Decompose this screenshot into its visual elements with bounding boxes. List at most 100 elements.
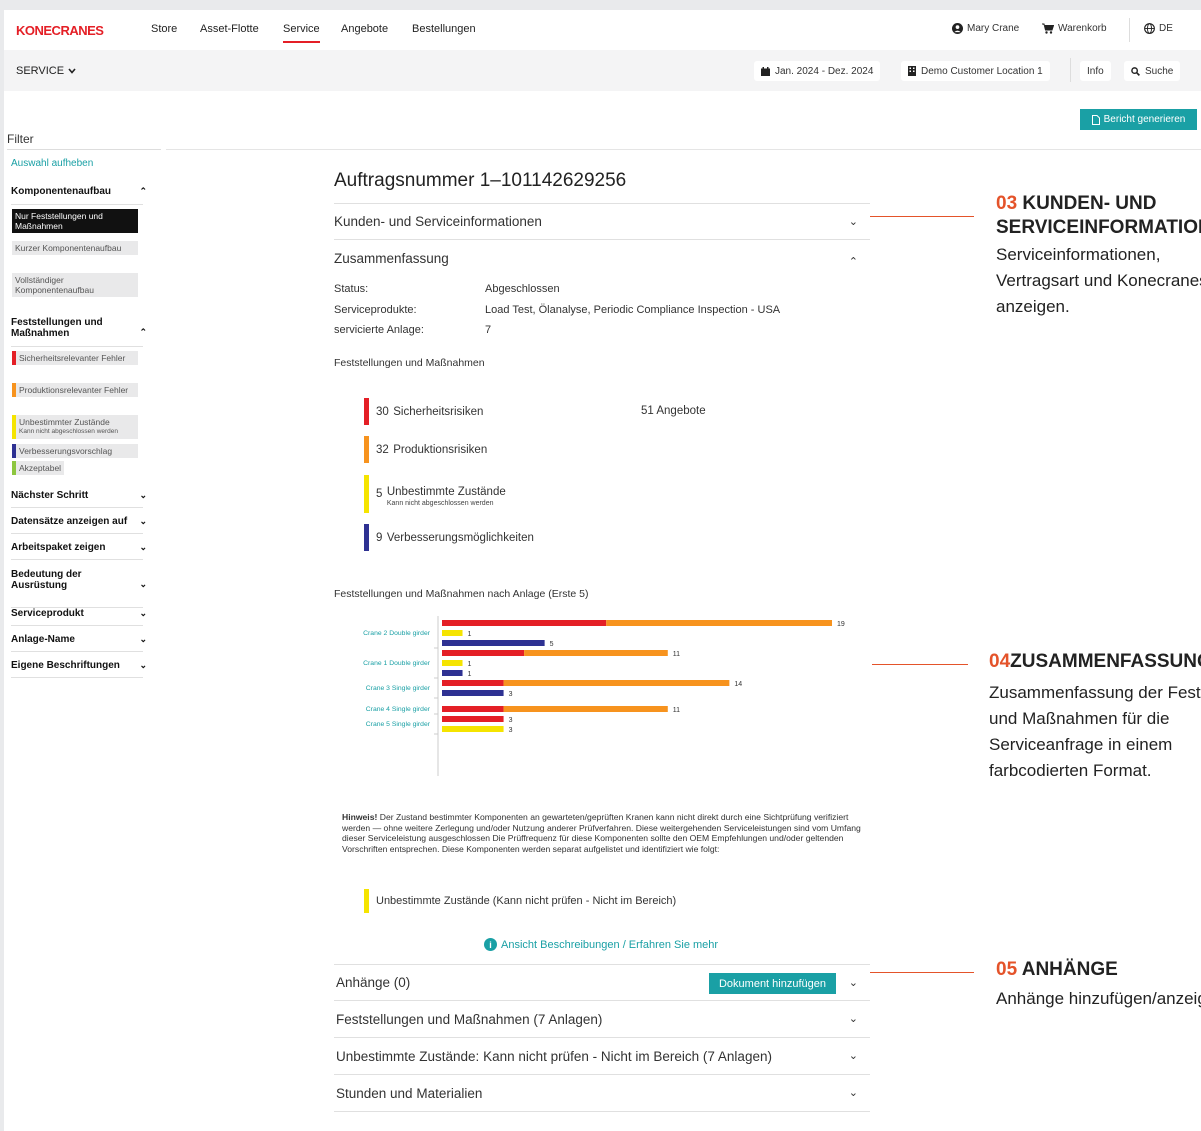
language-selector[interactable]: DE (1144, 23, 1173, 34)
order-title: Auftragsnummer 1–101142629256 (334, 170, 627, 191)
location-picker[interactable]: Demo Customer Location 1 (901, 61, 1050, 81)
globe-icon (1144, 23, 1155, 34)
unknown-legend-label: Unbestimmte Zustände (Kann nicht prüfen … (376, 895, 677, 907)
filter-section-work-package[interactable]: Arbeitspaket zeigen ⌄ (11, 542, 147, 553)
divider (11, 559, 143, 560)
user-icon (952, 23, 963, 34)
filter-section-label: Datensätze anzeigen auf (11, 516, 128, 527)
date-range-label: Jan. 2024 - Dez. 2024 (775, 65, 874, 77)
callout-04-title: 04ZUSAMMENFASSUNG (989, 650, 1201, 674)
filter-section-asset-name[interactable]: Anlage-Name ⌄ (11, 634, 147, 645)
clear-selection-link[interactable]: Auswahl aufheben (11, 158, 93, 169)
unknown-text-group: Unbestimmte Zustände Kann nicht abgeschl… (387, 482, 506, 507)
cart-label: Warenkorb (1058, 23, 1107, 34)
accordion-findings[interactable]: Feststellungen und Maßnahmen (7 Anlagen)… (334, 1001, 870, 1038)
generate-report-label: Bericht generieren (1103, 114, 1186, 125)
accordion-unknown-states[interactable]: Unbestimmte Zustände: Kann nicht prüfen … (334, 1038, 870, 1075)
accordion-attachments[interactable]: Anhänge (0) Dokument hinzufügen ⌄ (334, 964, 870, 1001)
filter-option-improvement[interactable]: Verbesserungsvorschlag (12, 444, 138, 458)
filter-section-equipment-importance[interactable]: Bedeutung der Ausrüstung ⌄ (11, 569, 147, 591)
callout-04-text-b: und Maßnahmen für die (989, 709, 1170, 728)
callout-03-text-c: anzeigen. (996, 297, 1070, 316)
nav-orders[interactable]: Bestellungen (412, 23, 476, 35)
chevron-down-icon: ⌄ (139, 542, 147, 552)
chart-value-label: 1 (468, 661, 472, 668)
unknown-legend-bar (364, 889, 369, 913)
divider (11, 346, 143, 347)
filter-section-service-product[interactable]: Serviceprodukt ⌄ (11, 608, 147, 619)
chart-value-label: 11 (673, 651, 680, 658)
accordion-hours-materials[interactable]: Stunden und Materialien ⌄ (334, 1075, 870, 1112)
chart-value-label: 5 (550, 641, 554, 648)
info-button[interactable]: Info (1080, 61, 1111, 81)
accordion-customer-info[interactable]: Kunden- und Serviceinformationen ⌄ (334, 203, 870, 240)
generate-report-button[interactable]: Bericht generieren (1080, 109, 1197, 130)
callout-05-number: 05 (996, 959, 1018, 980)
filter-section-label: Feststellungen und Maßnahmen (11, 317, 103, 339)
safety-color-bar (364, 398, 369, 425)
callout-04-title-text: ZUSAMMENFASSUNG (1010, 651, 1201, 672)
accordion-label: Kunden- und Serviceinformationen (334, 214, 542, 229)
filter-option-short-structure[interactable]: Kurzer Komponentenaufbau (12, 241, 138, 255)
divider (11, 625, 143, 626)
unknown-color-bar (364, 475, 369, 513)
chart-value-label: 3 (509, 717, 513, 724)
assets-value: 7 (485, 324, 492, 336)
nav-service[interactable]: Service (283, 23, 320, 43)
add-document-button[interactable]: Dokument hinzufügen (708, 973, 836, 994)
chart-value-label: 19 (837, 621, 845, 628)
filter-section-component[interactable]: Komponentenaufbau ⌃ (11, 186, 147, 197)
accordion-summary[interactable]: Zusammenfassung ⌃ (334, 240, 870, 277)
risk-unknown: 5 Unbestimmte Zustände Kann nicht abgesc… (364, 475, 506, 513)
filter-section-label: Komponentenaufbau (11, 186, 111, 197)
filter-option-production[interactable]: Produktionsrelevanter Fehler (12, 383, 138, 397)
info-label: Info (1087, 65, 1104, 77)
chevron-down-icon: ⌄ (139, 579, 147, 589)
chart-bar-segment (503, 680, 730, 686)
accordion-label: Anhänge (0) (336, 975, 411, 990)
products-value: Load Test, Ölanalyse, Periodic Complianc… (485, 304, 781, 316)
filter-title: Filter (7, 132, 34, 146)
filter-option-full-structure[interactable]: Vollständiger Komponentenaufbau (12, 273, 138, 297)
chevron-down-icon (68, 68, 76, 74)
chart-bar-segment (524, 650, 668, 656)
nav-offers[interactable]: Angebote (341, 23, 388, 35)
filter-option-acceptable[interactable]: Akzeptabel (12, 461, 65, 475)
filter-option-findings-only[interactable]: Nur Feststellungen und Maßnahmen (12, 209, 138, 233)
divider (11, 533, 143, 534)
chart-bar-segment (442, 690, 504, 696)
language-label: DE (1159, 23, 1173, 34)
filter-section-next-step[interactable]: Nächster Schritt ⌄ (11, 490, 147, 501)
filter-section-findings[interactable]: Feststellungen und Maßnahmen ⌃ (11, 317, 147, 339)
chart-value-label: 3 (509, 727, 513, 734)
chevron-down-icon: ⌄ (139, 634, 147, 644)
filter-section-custom-labels[interactable]: Eigene Beschriftungen ⌄ (11, 660, 147, 671)
callout-03-text-a: Serviceinformationen, (996, 245, 1161, 264)
konecranes-logo[interactable]: KONECRANES (16, 23, 104, 38)
info-icon: i (484, 938, 497, 951)
chevron-down-icon: ⌄ (848, 1013, 858, 1025)
search-button[interactable]: Suche (1124, 61, 1181, 81)
nav-store[interactable]: Store (151, 23, 177, 35)
learn-more-link[interactable]: i Ansicht Beschreibungen / Erfahren Sie … (484, 938, 718, 951)
chevron-down-icon: ⌄ (139, 660, 147, 670)
user-menu[interactable]: Mary Crane (952, 23, 1019, 34)
filter-section-records[interactable]: Datensätze anzeigen auf ⌄ (11, 516, 147, 527)
callout-04-line (872, 664, 968, 665)
chevron-up-icon: ⌃ (139, 186, 147, 196)
filter-option-unknown[interactable]: Unbestimmter Zustände Kann nicht abgesch… (12, 415, 138, 439)
filter-section-label: Arbeitspaket zeigen (11, 542, 106, 553)
date-range-picker[interactable]: Jan. 2024 - Dez. 2024 (754, 61, 881, 81)
filter-section-label: Nächster Schritt (11, 490, 89, 501)
safety-count: 30 (376, 405, 389, 418)
app-frame: KONECRANES Store Asset-Flotte Service An… (4, 10, 1201, 1131)
unknown-legend: Unbestimmte Zustände (Kann nicht prüfen … (364, 889, 676, 913)
cart-button[interactable]: Warenkorb (1042, 23, 1107, 34)
filter-option-safety[interactable]: Sicherheitsrelevanter Fehler (12, 351, 138, 365)
divider (11, 651, 143, 652)
calendar-icon (761, 66, 770, 76)
service-dropdown[interactable]: SERVICE (16, 65, 76, 77)
chart-category-label: Crane 3 Single girder (366, 685, 431, 692)
nav-asset-fleet[interactable]: Asset-Flotte (200, 23, 259, 35)
production-label: Produktionsrisiken (393, 443, 488, 456)
